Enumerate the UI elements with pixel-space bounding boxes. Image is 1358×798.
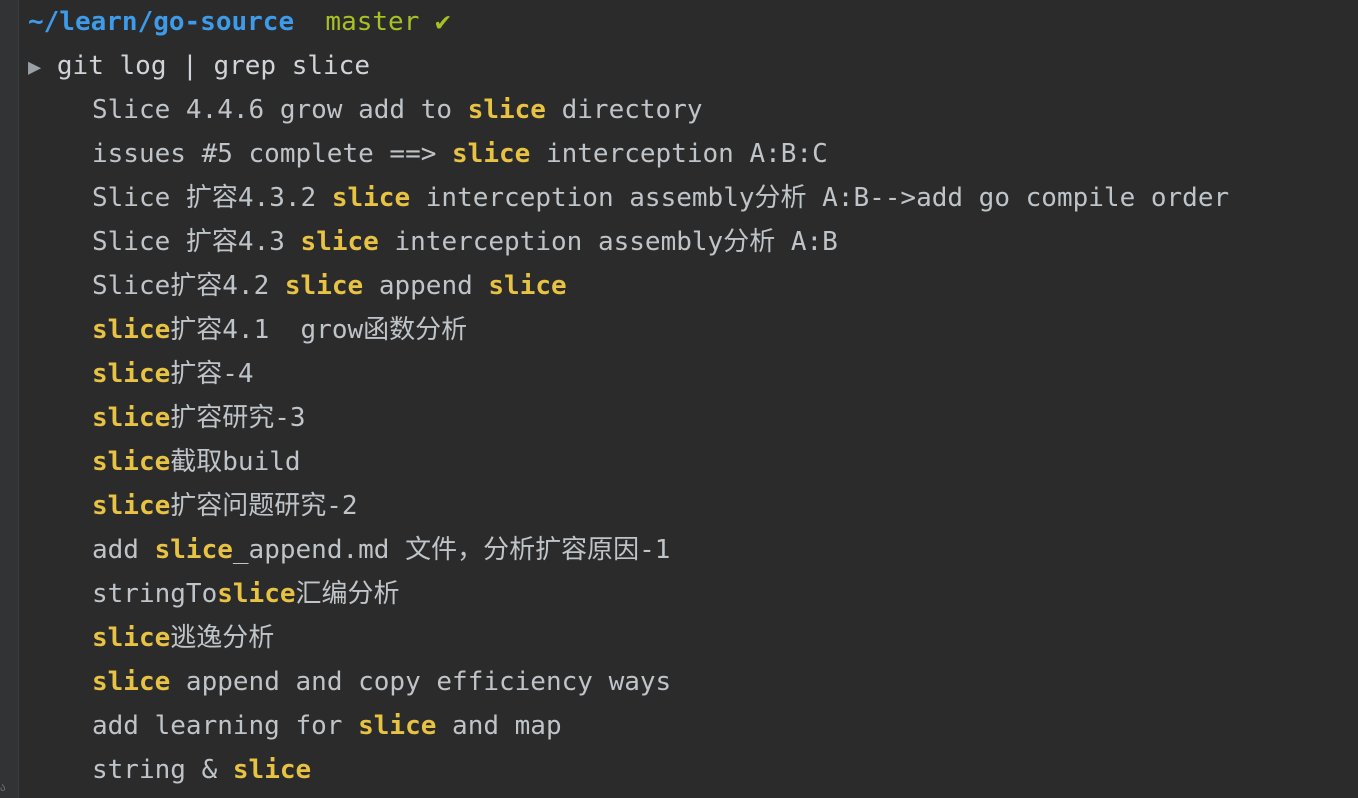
command-text: git log | grep slice [56, 51, 370, 81]
match-highlight: slice [154, 535, 233, 565]
output-line: slice截取build [28, 440, 301, 484]
output-line: add learning for slice and map [28, 704, 562, 748]
match-highlight: slice [284, 271, 364, 301]
output-text: 逃逸分析 [170, 623, 275, 653]
output-line: string & slice [28, 748, 311, 792]
output-text: Slice扩容4.2 [92, 271, 285, 301]
output-text: 扩容4.1 grow函数分析 [170, 315, 468, 345]
match-highlight: slice [488, 271, 567, 301]
match-highlight: slice [92, 447, 171, 477]
output-text: append and copy efficiency ways [170, 667, 672, 697]
output-text: stringTo [92, 579, 218, 609]
output-text: string & [92, 755, 233, 785]
output-line: Slice 扩容4.3.2 slice interception assembl… [28, 176, 1229, 220]
terminal-window[interactable]: ა ~/learn/go-source master ✔ ▶ git log |… [0, 0, 1358, 798]
output-line: issues #5 complete ==> slice interceptio… [28, 132, 828, 176]
output-line: Slice 扩容4.3 slice interception assembly分… [28, 220, 838, 264]
output-text: 扩容研究-3 [170, 403, 306, 433]
output-text: 扩容问题研究-2 [170, 491, 358, 521]
output-text: issues #5 complete ==> [92, 139, 453, 169]
match-highlight: slice [92, 491, 171, 521]
match-highlight: slice [232, 755, 312, 785]
output-text: add learning for [92, 711, 359, 741]
match-highlight: slice [92, 359, 171, 389]
output-line: add slice_append.md 文件，分析扩容原因-1 [28, 528, 670, 572]
output-line: slice逃逸分析 [28, 616, 274, 660]
match-highlight: slice [331, 183, 411, 213]
output-line: Slice扩容4.2 slice append slice [28, 264, 567, 308]
match-highlight: slice [358, 711, 437, 741]
prompt-branch: master [325, 7, 420, 37]
match-highlight: slice [92, 403, 171, 433]
check-icon: ✔ [435, 7, 451, 37]
prompt-arrow-icon: ▶ [28, 55, 42, 80]
output-line: stringToslice汇编分析 [28, 572, 400, 616]
output-text: and map [436, 711, 562, 741]
gutter-mark: ა [0, 781, 6, 794]
match-highlight: slice [92, 315, 171, 345]
match-highlight: slice [452, 139, 531, 169]
output-text: interception assembly分析 A:B [378, 227, 838, 257]
output-line: slice扩容问题研究-2 [28, 484, 358, 528]
output-text: interception A:B:C [530, 139, 828, 169]
output-line: slice append and copy efficiency ways [28, 660, 671, 704]
output-line: Slice 4.4.6 grow add to slice directory [28, 88, 703, 132]
output-text: Slice 扩容4.3.2 [92, 183, 332, 213]
output-text: append [363, 271, 489, 301]
output-text: Slice 4.4.6 grow add to [92, 95, 468, 125]
prompt-path: ~/learn/go-source [28, 7, 295, 37]
output-text: 汇编分析 [295, 579, 400, 609]
output-line: slice扩容研究-3 [28, 396, 306, 440]
output-text: Slice 扩容4.3 [92, 227, 301, 257]
output-text: add [92, 535, 155, 565]
match-highlight: slice [300, 227, 379, 257]
left-gutter: ა [0, 0, 19, 798]
output-text: _append.md 文件，分析扩容原因-1 [232, 535, 671, 565]
command-line: ▶ git log | grep slice [28, 44, 370, 88]
match-highlight: slice [467, 95, 546, 125]
prompt-line: ~/learn/go-source master ✔ [28, 0, 451, 44]
output-line: slice扩容-4 [28, 352, 254, 396]
match-highlight: slice [92, 623, 171, 653]
match-highlight: slice [92, 667, 171, 697]
output-text: 扩容-4 [170, 359, 254, 389]
match-highlight: slice [217, 579, 296, 609]
output-text: directory [545, 95, 703, 125]
output-text: 截取build [170, 447, 301, 477]
output-text: interception assembly分析 A:B-->add go com… [410, 183, 1230, 213]
terminal-output[interactable]: ~/learn/go-source master ✔ ▶ git log | g… [28, 0, 1358, 798]
output-line: slice扩容4.1 grow函数分析 [28, 308, 467, 352]
